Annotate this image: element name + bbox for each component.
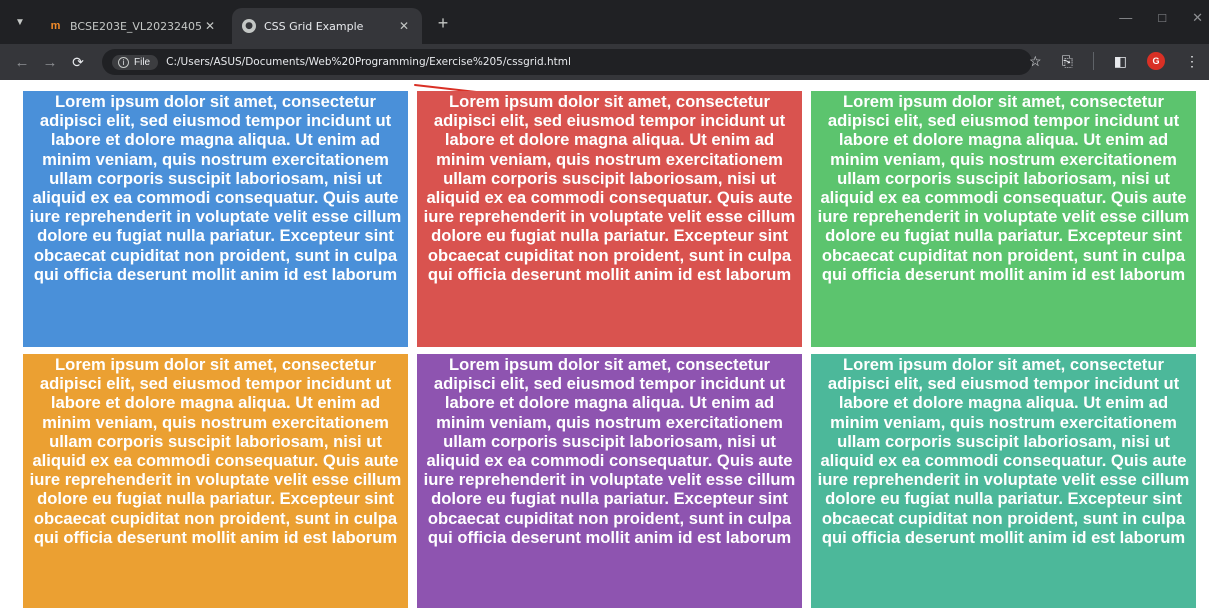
url-text: C:/Users/ASUS/Documents/Web%20Programmin… (166, 56, 571, 68)
site-info-chip[interactable]: i File (112, 54, 159, 70)
grid-item-5: Lorem ipsum dolor sit amet, consectetur … (417, 354, 802, 608)
info-icon: i (118, 56, 129, 68)
bookmark-star-icon[interactable]: ☆ (1029, 53, 1042, 70)
reload-icon[interactable]: ⟳ (64, 54, 92, 71)
grid-item-3: Lorem ipsum dolor sit amet, consectetur … (811, 91, 1196, 347)
grid-item-6: Lorem ipsum dolor sit amet, consectetur … (811, 354, 1196, 608)
tab-css-grid-example[interactable]: ● CSS Grid Example ✕ (232, 8, 422, 44)
close-window-icon[interactable]: ✕ (1192, 10, 1203, 26)
moodle-m-icon: m (50, 20, 61, 32)
toolbar-actions: ☆ ⎘ ◧ G ⋮ (1029, 52, 1199, 70)
browser-toolbar: ← → ⟳ i File C:/Users/ASUS/Documents/Web… (0, 44, 1209, 80)
tab-search-chevron-icon[interactable]: ▼ (6, 8, 34, 36)
chip-label: File (134, 56, 151, 68)
toolbar-divider (1092, 52, 1094, 70)
page-viewport[interactable]: Lorem ipsum dolor sit amet, consectetur … (0, 80, 1209, 608)
minimize-icon[interactable]: — (1119, 10, 1132, 26)
grid-item-2: Lorem ipsum dolor sit amet, consectetur … (417, 91, 802, 347)
tab-strip: ▼ m BCSE203E_VL2023240504852: ✕ ● CSS Gr… (0, 0, 1209, 44)
profile-avatar[interactable]: G (1147, 52, 1165, 70)
grid-item-4: Lorem ipsum dolor sit amet, consectetur … (23, 354, 408, 608)
address-bar[interactable]: i File C:/Users/ASUS/Documents/Web%20Pro… (102, 49, 1032, 75)
kebab-menu-icon[interactable]: ⋮ (1185, 53, 1199, 70)
close-icon[interactable]: ✕ (202, 19, 218, 33)
close-icon[interactable]: ✕ (396, 19, 412, 33)
maximize-icon[interactable]: □ (1158, 10, 1166, 26)
window-controls: — □ ✕ (1119, 10, 1203, 26)
css-grid-container: Lorem ipsum dolor sit amet, consectetur … (23, 91, 1196, 608)
back-arrow-icon[interactable]: ← (8, 54, 36, 71)
forward-arrow-icon[interactable]: → (36, 54, 64, 71)
grid-item-1: Lorem ipsum dolor sit amet, consectetur … (23, 91, 408, 347)
globe-icon: ● (242, 19, 256, 33)
new-tab-button[interactable]: + (432, 13, 454, 34)
tab-moodle[interactable]: m BCSE203E_VL2023240504852: ✕ (38, 8, 228, 44)
extensions-puzzle-icon[interactable]: ⎘ (1062, 53, 1073, 70)
tab-title: BCSE203E_VL2023240504852: (70, 19, 202, 33)
tab-title: CSS Grid Example (264, 19, 364, 33)
side-panel-icon[interactable]: ◧ (1114, 53, 1127, 70)
